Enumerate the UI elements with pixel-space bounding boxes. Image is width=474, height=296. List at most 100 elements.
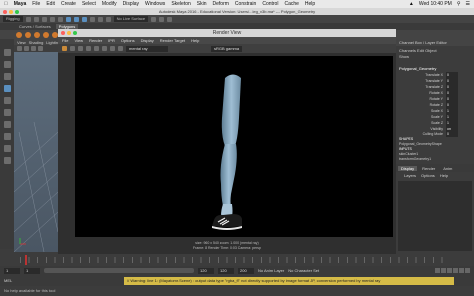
menu-select[interactable]: Select — [82, 1, 96, 7]
clock[interactable]: Wed 10:40 PM — [419, 1, 452, 7]
menu-file[interactable]: File — [32, 1, 40, 7]
rv-menu-view[interactable]: View — [74, 38, 83, 43]
rotate-tool-icon[interactable] — [3, 97, 11, 104]
select-hierarchy-icon[interactable] — [65, 16, 71, 22]
playback-start-field[interactable]: 1 — [24, 267, 40, 274]
last-tool-icon[interactable] — [3, 121, 11, 128]
input-node-transform[interactable]: transformGeometry1 — [399, 157, 474, 162]
play-back-icon[interactable] — [447, 268, 452, 273]
four-view-icon[interactable] — [3, 145, 11, 152]
menu-set-dropdown[interactable]: Rigging — [3, 16, 23, 22]
zoom-window-icon[interactable] — [15, 9, 19, 14]
menu-control[interactable]: Control — [262, 1, 278, 7]
ipr-render-icon[interactable] — [159, 16, 165, 22]
viewport-menu-shading[interactable]: Shading — [29, 40, 44, 45]
snap-curve-icon[interactable] — [97, 16, 103, 22]
range-slider[interactable] — [44, 268, 194, 273]
redo-icon[interactable] — [57, 16, 63, 22]
menu-skeleton[interactable]: Skeleton — [171, 1, 190, 7]
layer-list[interactable] — [398, 181, 472, 251]
grid-icon[interactable] — [24, 46, 29, 51]
open-scene-icon[interactable] — [33, 16, 39, 22]
render-view-minimize-icon[interactable] — [67, 31, 71, 35]
cb-menu-channels[interactable]: Channels — [399, 48, 416, 53]
scale-tool-icon[interactable] — [3, 109, 11, 116]
save-scene-icon[interactable] — [41, 16, 47, 22]
color-management-dropdown[interactable]: sRGB gamma — [211, 45, 243, 52]
renderer-dropdown[interactable]: mental ray — [126, 45, 168, 52]
step-forward-icon[interactable] — [459, 268, 464, 273]
layer-menu-layers[interactable]: Layers — [404, 173, 416, 178]
rv-menu-options[interactable]: Options — [121, 38, 135, 43]
alpha-channel-icon[interactable] — [94, 46, 99, 51]
render-image[interactable] — [75, 56, 393, 237]
menu-constrain[interactable]: Constrain — [235, 1, 256, 7]
time-slider[interactable] — [0, 254, 474, 266]
start-time-field[interactable]: 1 — [4, 267, 20, 274]
menu-create[interactable]: Create — [61, 1, 76, 7]
wireframe-icon[interactable] — [31, 46, 36, 51]
rv-menu-render-target[interactable]: Render Target — [160, 38, 185, 43]
snap-point-icon[interactable] — [105, 16, 111, 22]
menu-skin[interactable]: Skin — [197, 1, 207, 7]
poly-sphere-icon[interactable] — [16, 31, 22, 38]
tab-display[interactable]: Display — [398, 165, 418, 171]
select-tool-icon[interactable] — [3, 49, 11, 56]
selected-object-name[interactable]: Polygonal_Geometry — [396, 65, 474, 72]
layer-menu-help[interactable]: Help — [440, 173, 448, 178]
menu-help[interactable]: Help — [305, 1, 315, 7]
tab-anim[interactable]: Anim — [440, 166, 455, 171]
menu-display[interactable]: Display — [123, 1, 139, 7]
paint-select-icon[interactable] — [3, 73, 11, 80]
search-icon[interactable]: ⚲ — [457, 1, 461, 7]
poly-cylinder-icon[interactable] — [34, 31, 40, 38]
rv-menu-ipr[interactable]: IPR — [108, 38, 115, 43]
cb-menu-show[interactable]: Show — [399, 54, 409, 59]
poly-cone-icon[interactable] — [43, 31, 49, 38]
cb-menu-edit[interactable]: Edit — [417, 48, 424, 53]
undo-icon[interactable] — [49, 16, 55, 22]
rv-menu-file[interactable]: File — [62, 38, 68, 43]
shaded-icon[interactable] — [38, 46, 43, 51]
snapshot-icon[interactable] — [78, 46, 83, 51]
render-region-icon[interactable] — [70, 46, 75, 51]
outliner-layout-icon[interactable] — [3, 157, 11, 164]
real-size-icon[interactable] — [102, 46, 107, 51]
go-to-start-icon[interactable] — [435, 268, 440, 273]
cb-menu-object[interactable]: Object — [425, 48, 437, 53]
apple-icon[interactable]:  — [4, 1, 8, 7]
playback-end-field[interactable]: 120 — [198, 267, 214, 274]
viewport-3d[interactable] — [14, 52, 58, 252]
play-forward-icon[interactable] — [453, 268, 458, 273]
new-scene-icon[interactable] — [25, 16, 31, 22]
keep-image-icon[interactable] — [110, 46, 115, 51]
redo-previous-render-icon[interactable] — [62, 46, 67, 51]
script-language-toggle[interactable]: MEL — [4, 278, 14, 283]
poly-cube-icon[interactable] — [25, 31, 31, 38]
rv-menu-display[interactable]: Display — [141, 38, 154, 43]
render-view-zoom-icon[interactable] — [73, 31, 77, 35]
layer-menu-options[interactable]: Options — [421, 173, 435, 178]
app-menu[interactable]: Maya — [14, 1, 27, 7]
menu-windows[interactable]: Windows — [145, 1, 165, 7]
render-frame-icon[interactable] — [151, 16, 157, 22]
select-object-icon[interactable] — [73, 16, 79, 22]
snap-grid-icon[interactable] — [89, 16, 95, 22]
viewport-menu-view[interactable]: View — [17, 40, 26, 45]
render-settings-icon[interactable] — [167, 16, 173, 22]
go-to-end-icon[interactable] — [465, 268, 470, 273]
anim-layer-dropdown[interactable]: No Anim Layer — [258, 268, 284, 273]
select-component-icon[interactable] — [81, 16, 87, 22]
rv-menu-render[interactable]: Render — [89, 38, 102, 43]
remove-image-icon[interactable] — [118, 46, 123, 51]
rgb-channels-icon[interactable] — [86, 46, 91, 51]
end-time-field[interactable]: 200 — [238, 267, 254, 274]
tab-render[interactable]: Render — [419, 166, 438, 171]
animation-end-field[interactable]: 120 — [218, 267, 234, 274]
current-time-marker[interactable] — [25, 255, 27, 265]
menu-deform[interactable]: Deform — [213, 1, 229, 7]
live-surface-field[interactable]: No Live Surface — [113, 16, 149, 22]
lasso-tool-icon[interactable] — [3, 61, 11, 68]
close-window-icon[interactable] — [3, 9, 7, 14]
wifi-icon[interactable]: ▲ — [409, 1, 414, 7]
